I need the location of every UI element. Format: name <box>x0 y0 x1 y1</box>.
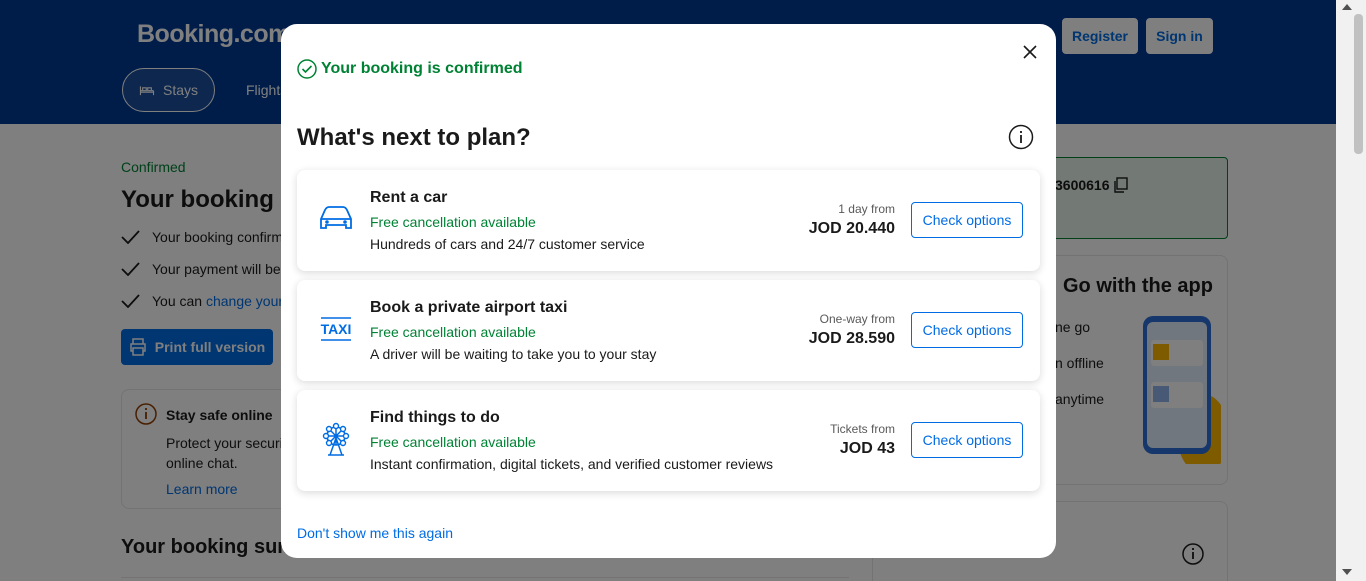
price-value: JOD 43 <box>839 440 895 457</box>
offer-cancellation: Free cancellation available <box>370 214 536 230</box>
modal-title: What's next to plan? <box>297 124 531 151</box>
car-icon <box>317 202 355 236</box>
offer-cancellation: Free cancellation available <box>370 434 536 450</box>
price-value: JOD 20.440 <box>808 220 895 237</box>
confirmation-text: Your booking is confirmed <box>321 60 523 77</box>
offer-title: Book a private airport taxi <box>370 299 568 316</box>
check-options-button[interactable]: Check options <box>911 422 1023 458</box>
offer-card-taxi: TAXI Book a private airport taxi Free ca… <box>297 280 1040 381</box>
offer-description: Instant confirmation, digital tickets, a… <box>370 456 774 472</box>
offer-title: Find things to do <box>370 409 500 426</box>
scroll-up-arrow-icon[interactable] <box>1342 4 1352 10</box>
offer-title: Rent a car <box>370 189 448 206</box>
price-caption: Tickets from <box>830 422 895 436</box>
confirmation-banner: Your booking is confirmed <box>297 59 523 79</box>
taxi-icon: TAXI <box>317 312 355 346</box>
close-icon <box>1023 45 1037 59</box>
whats-next-modal: Your booking is confirmed What's next to… <box>281 24 1056 558</box>
info-icon[interactable] <box>1008 124 1034 150</box>
ferris-wheel-icon <box>317 422 355 456</box>
dont-show-again-link[interactable]: Don't show me this again <box>297 525 453 541</box>
offer-card-car: Rent a car Free cancellation available H… <box>297 170 1040 271</box>
check-circle-icon <box>297 59 317 79</box>
close-button[interactable] <box>1018 40 1042 64</box>
check-options-button[interactable]: Check options <box>911 202 1023 238</box>
price-caption: One-way from <box>819 312 895 326</box>
offer-cancellation: Free cancellation available <box>370 324 536 340</box>
offer-description: Hundreds of cars and 24/7 customer servi… <box>370 236 645 252</box>
offer-description: A driver will be waiting to take you to … <box>370 346 657 362</box>
scroll-down-arrow-icon[interactable] <box>1342 569 1352 575</box>
price-caption: 1 day from <box>838 202 895 216</box>
svg-text:TAXI: TAXI <box>321 321 352 337</box>
offer-card-attractions: Find things to do Free cancellation avai… <box>297 390 1040 491</box>
scrollbar-thumb[interactable] <box>1354 14 1363 154</box>
price-value: JOD 28.590 <box>808 330 895 347</box>
check-options-button[interactable]: Check options <box>911 312 1023 348</box>
